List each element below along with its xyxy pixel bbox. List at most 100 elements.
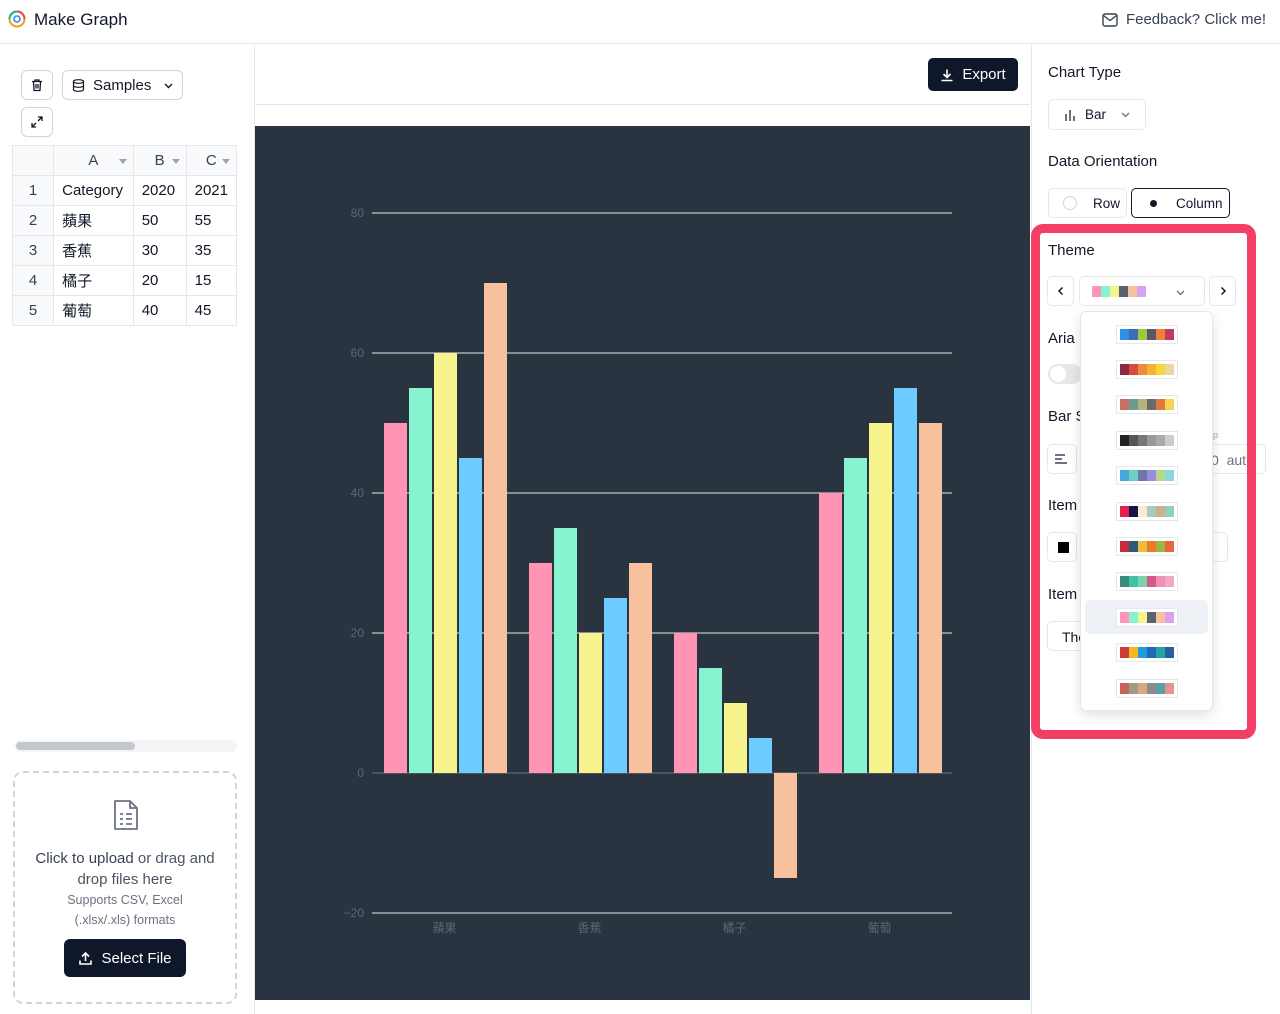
table-cell[interactable]: 蘋果 [53, 205, 134, 236]
swatch-color [1137, 576, 1147, 588]
chart-type-label: Chart Type [1048, 64, 1122, 81]
y-tick-label: −20 [344, 906, 365, 920]
swatch-color [1137, 682, 1147, 694]
caret-down-icon[interactable] [171, 159, 180, 164]
theme-swatch [1115, 430, 1178, 450]
theme-option[interactable] [1085, 423, 1208, 457]
chart-canvas[interactable]: 80 60 40 20 0 −20 蘋果 香蕉 橘子 葡萄 [255, 126, 1030, 1000]
app-logo-icon [8, 10, 26, 28]
spreadsheet[interactable]: A B C 1 Category 2020 2021 2 蘋果 50 55 3 … [12, 145, 237, 328]
theme-option[interactable] [1085, 317, 1208, 351]
theme-option[interactable] [1085, 352, 1208, 386]
column-header-a[interactable]: A [53, 145, 134, 176]
scrollbar-thumb[interactable] [16, 742, 135, 750]
bar[interactable] [409, 388, 432, 773]
theme-option[interactable] [1085, 459, 1208, 493]
bar-chart-icon [1065, 109, 1075, 121]
swatch-color [1128, 363, 1138, 375]
horizontal-scrollbar[interactable] [14, 740, 237, 752]
bar[interactable] [554, 528, 577, 773]
swatch-color [1128, 434, 1138, 446]
theme-option[interactable] [1085, 388, 1208, 422]
theme-swatch [1115, 466, 1178, 486]
orientation-row-option[interactable]: Row [1048, 188, 1127, 218]
bar[interactable] [724, 703, 747, 773]
table-cell[interactable]: Category [53, 175, 134, 206]
table-cell[interactable]: 15 [185, 265, 237, 296]
swatch-color [1146, 505, 1156, 517]
table-cell[interactable]: 20 [132, 265, 187, 296]
database-icon [72, 78, 85, 92]
theme-option[interactable] [1085, 636, 1208, 670]
column-header-c[interactable]: C [185, 145, 237, 176]
theme-swatch [1115, 678, 1178, 698]
swatch-strip [1119, 470, 1174, 482]
swatch-strip [1119, 682, 1174, 694]
table-cell[interactable]: 50 [132, 205, 187, 236]
bar[interactable] [749, 738, 772, 773]
expand-button[interactable] [21, 107, 53, 137]
bar[interactable] [629, 563, 652, 773]
table-cell[interactable]: 橘子 [53, 265, 134, 296]
caret-down-icon[interactable] [222, 159, 230, 164]
swatch-color [1119, 611, 1129, 623]
swatch-color [1137, 611, 1147, 623]
bar[interactable] [919, 423, 942, 773]
bar[interactable] [579, 633, 602, 773]
table-cell[interactable]: 30 [132, 235, 187, 266]
table-cell[interactable]: 55 [185, 205, 237, 236]
bar[interactable] [384, 423, 407, 773]
chart-type-select[interactable]: Bar [1048, 99, 1146, 130]
bar[interactable] [674, 633, 697, 773]
table-cell[interactable]: 40 [132, 295, 187, 326]
bar[interactable] [819, 493, 842, 773]
bar[interactable] [484, 283, 507, 773]
theme-option[interactable] [1085, 494, 1208, 528]
delete-button[interactable] [21, 70, 53, 100]
data-orientation-label: Data Orientation [1048, 153, 1158, 170]
upload-dropzone[interactable]: Click to upload or drag and drop files h… [13, 771, 237, 1004]
column-header-b[interactable]: B [132, 145, 187, 176]
swatch-color [1128, 470, 1138, 482]
bar[interactable] [459, 458, 482, 773]
toolbar-divider [256, 104, 1030, 105]
app-header: Make Graph Feedback? Click me! [0, 0, 1280, 44]
table-cell[interactable]: 35 [185, 235, 237, 266]
bar[interactable] [434, 353, 457, 773]
swatch-color [1146, 399, 1156, 411]
table-cell[interactable]: 香蕉 [53, 235, 134, 266]
samples-dropdown[interactable]: Samples [62, 70, 183, 100]
export-button[interactable]: Export [928, 58, 1018, 91]
swatch-color [1164, 611, 1174, 623]
chevron-down-icon [1121, 112, 1130, 118]
bar[interactable] [604, 598, 627, 773]
orientation-column-option[interactable]: Column [1131, 188, 1230, 218]
theme-dropdown-menu[interactable] [1080, 311, 1213, 711]
column-header-row: A B C [12, 145, 237, 176]
select-file-button[interactable]: Select File [64, 939, 186, 977]
swatch-color [1128, 505, 1138, 517]
swatch-color [1137, 328, 1147, 340]
swatch-color [1146, 682, 1156, 694]
table-cell[interactable]: 45 [185, 295, 237, 326]
table-cell[interactable]: 葡萄 [53, 295, 134, 326]
theme-option[interactable] [1085, 529, 1208, 563]
bar[interactable] [869, 423, 892, 773]
bar[interactable] [774, 773, 797, 878]
bar[interactable] [529, 563, 552, 773]
theme-option[interactable] [1085, 600, 1208, 635]
theme-option[interactable] [1085, 671, 1208, 705]
table-cell[interactable]: 2021 [185, 175, 237, 206]
mail-icon [1102, 12, 1118, 27]
theme-option[interactable] [1085, 565, 1208, 599]
swatch-strip [1119, 434, 1174, 446]
bar[interactable] [844, 458, 867, 773]
table-cell[interactable]: 2020 [132, 175, 187, 206]
spreadsheet-table: A B C 1 Category 2020 2021 2 蘋果 50 55 3 … [12, 145, 237, 326]
bar[interactable] [699, 668, 722, 773]
bar[interactable] [894, 388, 917, 773]
caret-down-icon[interactable] [118, 159, 127, 164]
feedback-link[interactable]: Feedback? Click me! [1102, 11, 1266, 28]
swatch-color [1155, 470, 1165, 482]
swatch-color [1137, 434, 1147, 446]
